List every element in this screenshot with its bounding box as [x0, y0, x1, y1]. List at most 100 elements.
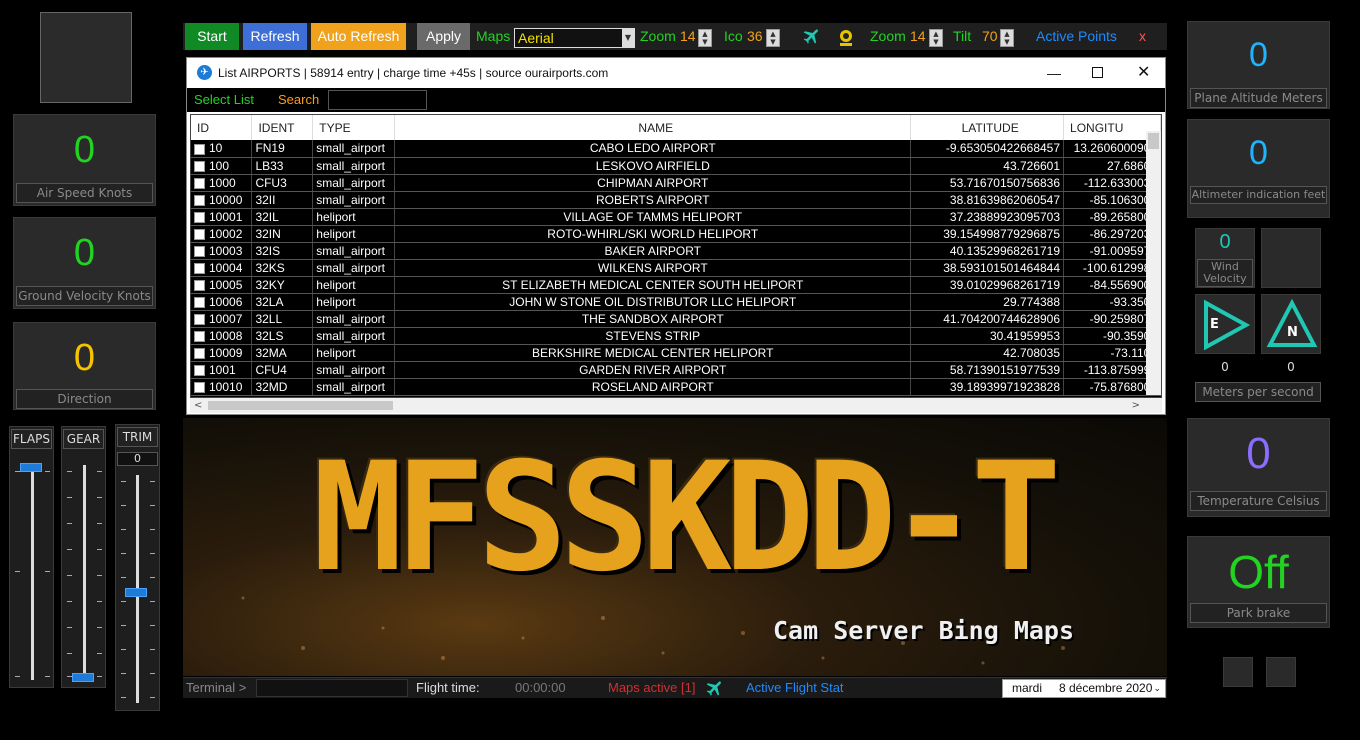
auto-refresh-button[interactable]: Auto Refresh	[311, 23, 406, 50]
table-cell: ROBERTS AIRPORT	[394, 191, 912, 209]
row-id: 10004	[209, 260, 243, 275]
zoom-label: Zoom	[640, 28, 676, 44]
direction-gauge: 0 Direction	[13, 322, 156, 410]
trim-slider-thumb[interactable]	[125, 588, 147, 597]
row-checkbox[interactable]	[194, 211, 205, 223]
east-indicator: E	[1195, 294, 1255, 354]
minimize-icon[interactable]: —	[1047, 58, 1061, 88]
column-header[interactable]: ID	[191, 115, 253, 140]
start-button[interactable]: Start	[185, 23, 239, 50]
row-checkbox[interactable]	[194, 364, 205, 376]
table-row[interactable]: 10002 32IN heliport ROTO-WHIRL/SKI WORLD HE…	[191, 225, 1161, 243]
row-checkbox[interactable]	[194, 194, 205, 206]
horizontal-scrollbar[interactable]: < >	[190, 398, 1162, 413]
table-cell: CHIPMAN AIRPORT	[394, 174, 912, 192]
table-cell: 32KS	[251, 259, 314, 277]
close-icon[interactable]: x	[1139, 23, 1146, 50]
table-row[interactable]: 1001 CFU4 small_airport GARDEN RIVER AIRPOR…	[191, 361, 1161, 379]
table-cell: ST ELIZABETH MEDICAL CENTER SOUTH HELIPO…	[394, 276, 912, 294]
active-points-button[interactable]: Active Points	[1036, 23, 1117, 50]
gear-panel: GEAR	[61, 426, 106, 688]
terminal-input[interactable]	[256, 679, 408, 697]
row-checkbox[interactable]	[194, 160, 205, 172]
table-row[interactable]: 10007 32LL small_airport THE SANDBOX AIRPOR…	[191, 310, 1161, 328]
row-checkbox[interactable]	[194, 177, 205, 189]
row-id: 10010	[209, 379, 243, 394]
table-row[interactable]: 10006 32LA heliport JOHN W STONE OIL DISTRI…	[191, 293, 1161, 311]
table-row[interactable]: 10001 32IL heliport VILLAGE OF TAMMS HELIPO…	[191, 208, 1161, 226]
window-titlebar: ✈ List AIRPORTS | 58914 entry | charge t…	[187, 58, 1165, 88]
refresh-button[interactable]: Refresh	[243, 23, 307, 50]
table-row[interactable]: 10 FN19 small_airport CABO LEDO AIRPORT -9.6…	[191, 140, 1161, 158]
row-checkbox[interactable]	[194, 347, 205, 359]
table-cell: 58.71390151977539	[910, 361, 1065, 379]
table-cell: 10006	[191, 293, 253, 311]
row-checkbox[interactable]	[194, 330, 205, 342]
table-row[interactable]: 10009 32MA heliport BERKSHIRE MEDICAL CENTE…	[191, 344, 1161, 362]
table-row[interactable]: 100 LB33 small_airport LESKOVO AIRFIELD 43.7…	[191, 157, 1161, 175]
plane-icon[interactable]	[801, 26, 827, 48]
altimeter-gauge: 0 Altimeter indication feet	[1187, 119, 1330, 218]
select-list-button[interactable]: Select List	[194, 88, 254, 112]
row-checkbox[interactable]	[194, 313, 205, 325]
row-checkbox[interactable]	[194, 279, 205, 291]
search-input[interactable]	[328, 90, 427, 110]
terminal-label[interactable]: Terminal >	[186, 677, 246, 698]
table-cell: heliport	[312, 208, 396, 226]
flaps-track[interactable]	[31, 465, 34, 680]
table-row[interactable]: 10005 32KY heliport ST ELIZABETH MEDICAL CE…	[191, 276, 1161, 294]
table-cell: 32LL	[251, 310, 314, 328]
row-id: 10002	[209, 226, 243, 241]
active-flight-stat-button[interactable]: Active Flight Stat	[746, 677, 844, 698]
row-checkbox[interactable]	[194, 262, 205, 274]
status-plane-icon[interactable]	[705, 678, 725, 702]
zoom2-stepper[interactable]: ▲ ▼	[929, 29, 943, 47]
table-row[interactable]: 10004 32KS small_airport WILKENS AIRPORT 38.…	[191, 259, 1161, 277]
chevron-down-icon: ▼	[622, 29, 634, 47]
column-header[interactable]: TYPE	[312, 115, 396, 140]
tilt-stepper[interactable]: ▲ ▼	[1000, 29, 1014, 47]
zoom-stepper[interactable]: ▲ ▼	[698, 29, 712, 47]
maps-select[interactable]: Aerial ▼	[514, 28, 635, 48]
flaps-slider-thumb[interactable]	[20, 463, 42, 472]
table-cell: small_airport	[312, 259, 396, 277]
date-picker[interactable]: mardi 8 décembre 2020 ⌄	[1002, 679, 1166, 698]
gear-slider-thumb[interactable]	[72, 673, 94, 682]
table-row[interactable]: 10008 32LS small_airport STEVENS STRIP 30.41…	[191, 327, 1161, 345]
table-cell: 41.704200744628906	[910, 310, 1065, 328]
maps-active-label[interactable]: Maps active [1]	[608, 677, 695, 698]
row-checkbox[interactable]	[194, 143, 205, 155]
tilt-label: Tilt	[953, 28, 972, 44]
table-row[interactable]: 10010 32MD small_airport ROSELAND AIRPORT 39…	[191, 378, 1161, 396]
plane-altitude-gauge: 0 Plane Altitude Meters	[1187, 21, 1330, 109]
table-cell: 10007	[191, 310, 253, 328]
row-checkbox[interactable]	[194, 245, 205, 257]
table-cell: small_airport	[312, 310, 396, 328]
row-checkbox[interactable]	[194, 296, 205, 308]
ico-stepper[interactable]: ▲ ▼	[766, 29, 780, 47]
table-row[interactable]: 10000 32II small_airport ROBERTS AIRPORT 38.…	[191, 191, 1161, 209]
row-checkbox[interactable]	[194, 381, 205, 393]
table-cell: heliport	[312, 293, 396, 311]
apply-button[interactable]: Apply	[417, 23, 470, 50]
row-id: 10009	[209, 345, 243, 360]
row-checkbox[interactable]	[194, 228, 205, 240]
column-header[interactable]: IDENT	[251, 115, 314, 140]
column-header[interactable]: LATITUDE	[910, 115, 1065, 140]
date-value: 8 décembre 2020	[1059, 681, 1153, 695]
table-cell: 38.593101501464844	[910, 259, 1065, 277]
window-close-icon[interactable]: ✕	[1137, 58, 1150, 88]
gear-track[interactable]	[83, 465, 86, 680]
direction-value: 0	[73, 337, 96, 379]
temperature-value: 0	[1246, 429, 1271, 478]
table-row[interactable]: 1000 CFU3 small_airport CHIPMAN AIRPORT 53.7…	[191, 174, 1161, 192]
airports-table[interactable]: ID IDENT TYPE NAME LATITUDE LONGITU 10 FN19 sma…	[190, 114, 1162, 398]
column-header[interactable]: NAME	[394, 115, 912, 140]
map-marker-icon[interactable]	[836, 27, 858, 49]
table-row[interactable]: 10003 32IS small_airport BAKER AIRPORT 40.13…	[191, 242, 1161, 260]
maximize-icon[interactable]	[1092, 67, 1103, 78]
table-cell: small_airport	[312, 157, 396, 175]
park-brake-gauge: Off Park brake	[1187, 536, 1330, 628]
vertical-scrollbar[interactable]	[1146, 131, 1161, 395]
wind-velocity-value: 0	[1219, 231, 1231, 253]
